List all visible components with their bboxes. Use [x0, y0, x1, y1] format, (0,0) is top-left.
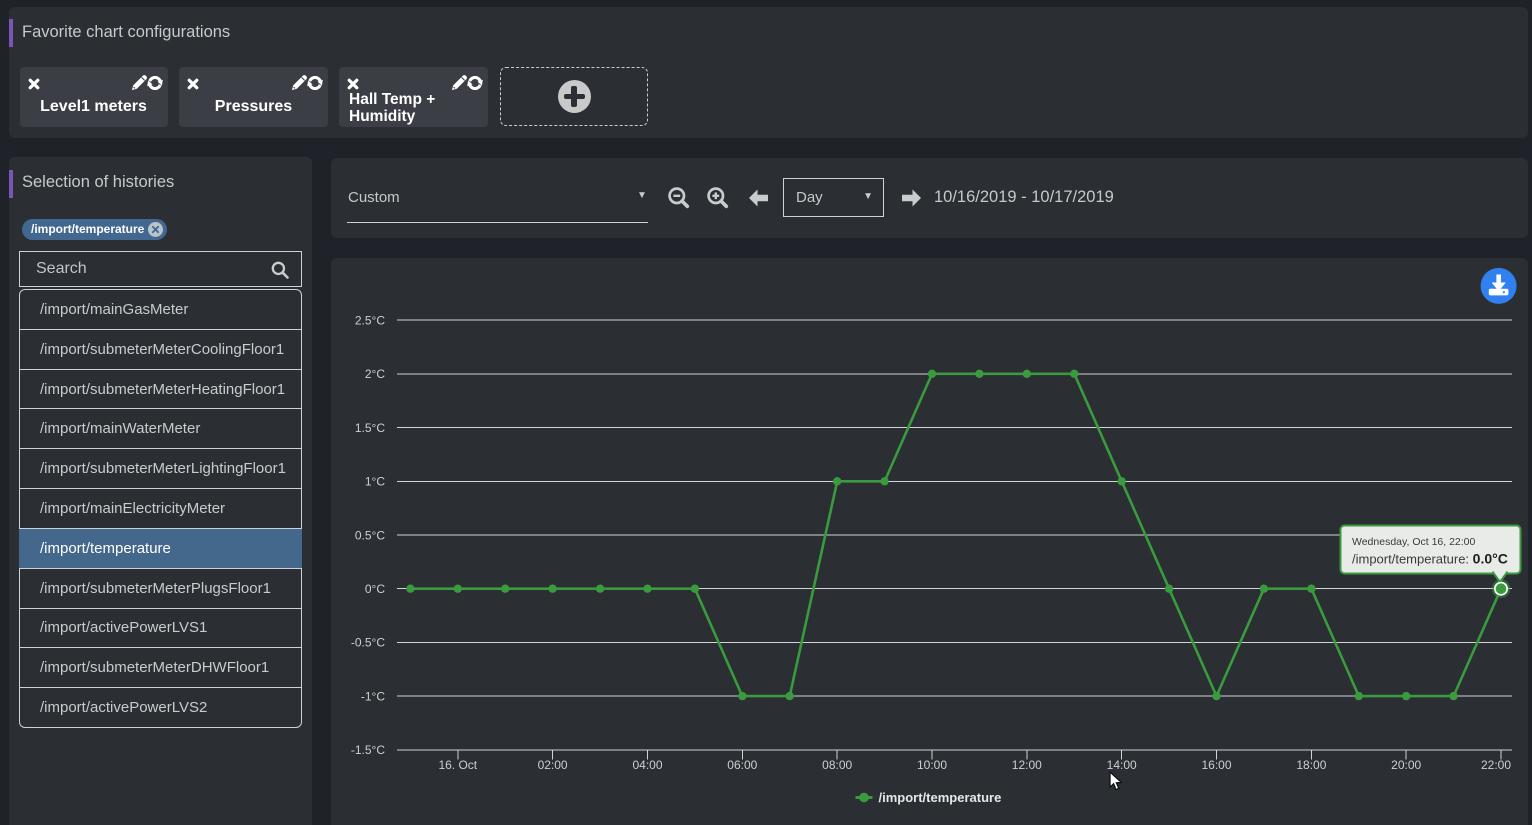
- svg-text:0.5°C: 0.5°C: [355, 528, 385, 542]
- svg-text:0°C: 0°C: [365, 582, 385, 596]
- svg-text:22:00: 22:00: [1481, 758, 1511, 772]
- svg-text:02:00: 02:00: [538, 758, 568, 772]
- svg-text:1.5°C: 1.5°C: [355, 421, 385, 435]
- svg-text:/import/temperature: /import/temperature: [879, 790, 1002, 805]
- svg-text:04:00: 04:00: [632, 758, 662, 772]
- svg-text:Wednesday, Oct 16, 22:00: Wednesday, Oct 16, 22:00: [1352, 536, 1476, 548]
- svg-text:10:00: 10:00: [917, 758, 947, 772]
- svg-text:/import/temperature: 0.0°C: /import/temperature: 0.0°C: [1352, 551, 1508, 567]
- svg-text:1°C: 1°C: [365, 475, 385, 489]
- svg-text:06:00: 06:00: [727, 758, 757, 772]
- svg-text:20:00: 20:00: [1391, 758, 1421, 772]
- svg-text:14:00: 14:00: [1107, 758, 1137, 772]
- svg-text:16:00: 16:00: [1201, 758, 1231, 772]
- svg-text:18:00: 18:00: [1296, 758, 1326, 772]
- svg-text:2.5°C: 2.5°C: [355, 314, 385, 328]
- svg-text:2°C: 2°C: [365, 367, 385, 381]
- svg-text:16. Oct: 16. Oct: [438, 758, 477, 772]
- svg-text:-0.5°C: -0.5°C: [351, 636, 385, 650]
- svg-text:08:00: 08:00: [822, 758, 852, 772]
- svg-text:-1°C: -1°C: [361, 689, 385, 703]
- svg-text:-1.5°C: -1.5°C: [351, 743, 385, 757]
- svg-text:12:00: 12:00: [1012, 758, 1042, 772]
